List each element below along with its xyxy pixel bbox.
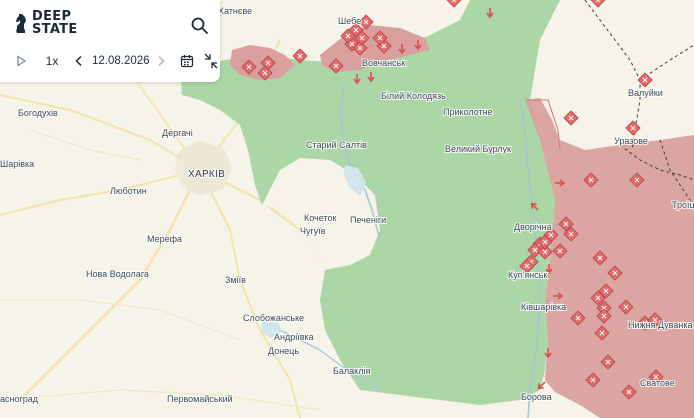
label-velykyi-burluk: Великий Бурлук [445,144,511,154]
label-shebekino: Шебе [338,16,361,26]
next-date-button[interactable] [152,52,170,70]
label-bilyi-kolodiaz: Білий Колодязь [381,91,446,101]
label-nyzhnia-duvanka: Нижня Дуванка [628,320,692,330]
logo-text: DEEP STATE [28,10,78,36]
control-panel: DEEP STATE 1x 12.08.2026 [0,0,220,82]
chevron-left-icon [75,55,82,67]
label-andriivka: Андріївка [274,332,314,342]
label-kochetok: Кочеток [304,213,336,223]
label-troitske: Троїц [672,200,694,210]
label-sharivka: Шарівка [0,159,34,169]
label-dvorichna: Дворічна [514,222,551,232]
label-valuiky: Валуйки [628,88,663,98]
label-khatneve: Хатнєве [218,6,252,16]
label-svatove: Сватове [640,378,675,388]
label-prykolotne: Приколотне [443,107,493,117]
label-derhachi: Дергачі [162,128,193,138]
calendar-button[interactable] [178,52,196,70]
label-bohodukhiv: Богодухів [18,108,58,118]
play-button[interactable] [12,52,30,70]
label-krasnohrad: асноград [0,394,39,404]
search-button[interactable] [188,14,212,38]
collapse-button[interactable] [202,52,220,70]
play-icon [17,55,27,67]
label-urazove: Уразове [614,136,648,146]
prev-date-button[interactable] [70,52,88,70]
current-date[interactable]: 12.08.2026 [92,55,150,67]
label-chuhuiv: Чугуїв [300,226,326,236]
search-icon [191,17,208,34]
label-donets: Донець [268,346,299,356]
label-kupiansk: Куп'янськ [508,270,547,280]
speed-toggle[interactable]: 1x [40,54,64,68]
label-kharkiv: ХАРКІВ [188,169,225,180]
calendar-icon [180,55,194,68]
label-borova: Борова [521,392,552,402]
label-nova-vodolaha: Нова Водолага [86,269,149,279]
label-pechenihy: Печеніги [350,215,386,225]
label-vovchansk: Вовчанськ [362,58,405,68]
logo-line-2: STATE [32,22,78,37]
label-zmiiv: Зміїв [225,275,246,285]
label-merefa: Мерефа [147,234,182,244]
knight-chess-icon [16,14,26,33]
label-slobozhanske: Слобожанське [243,313,304,323]
chevron-right-icon [158,55,165,67]
label-liubotyn: Люботин [110,186,147,196]
label-kivsharivka: Ківшарівка [521,302,566,312]
label-starui-saltiv: Старий Салтів [306,140,367,150]
timeline-player: 1x 12.08.2026 [12,52,220,70]
logo[interactable]: DEEP STATE [14,10,78,36]
label-balakliia: Балаклія [333,366,370,376]
label-pervomaiskyi: Первомайський [167,394,233,404]
collapse-arrows-icon [204,53,218,69]
